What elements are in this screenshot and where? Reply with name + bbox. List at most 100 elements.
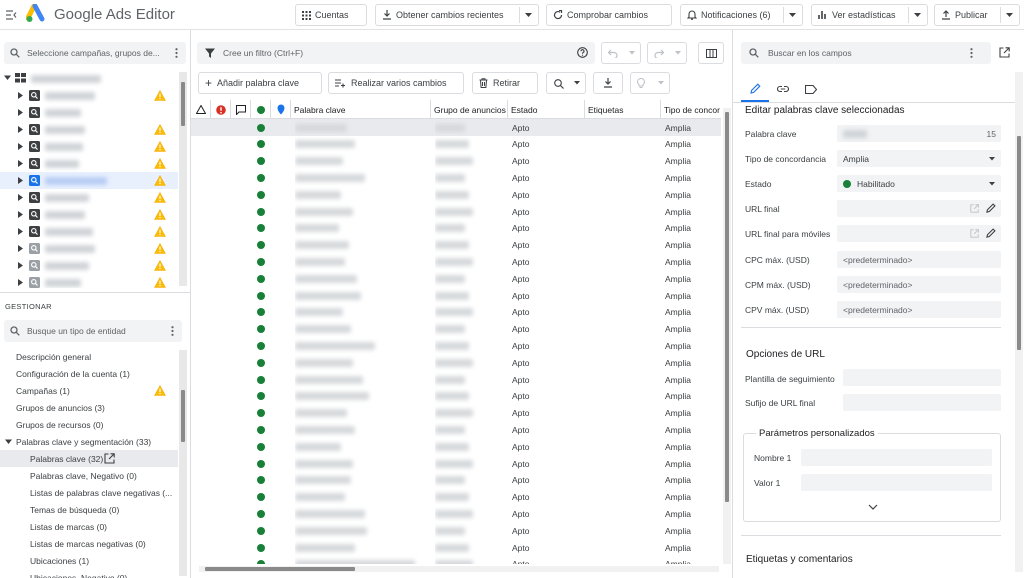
ad-group-cell[interactable] <box>435 119 505 136</box>
tree-campaign-row[interactable] <box>0 274 178 288</box>
keyword-cell[interactable] <box>295 203 425 220</box>
expand-right-icon[interactable] <box>18 92 23 99</box>
keyword-cell[interactable] <box>295 321 425 338</box>
keyword-cell[interactable] <box>295 405 425 422</box>
keyword-cell[interactable] <box>295 186 425 203</box>
chevron-down-icon[interactable] <box>525 13 532 18</box>
match-type-cell[interactable]: Amplia <box>665 556 721 564</box>
status-cell[interactable]: Apto <box>512 237 582 254</box>
match-type-cell[interactable]: Amplia <box>665 438 721 455</box>
help-icon[interactable] <box>577 47 588 58</box>
expand-right-icon[interactable] <box>18 279 23 286</box>
final-url-field[interactable] <box>837 200 1001 217</box>
table-row[interactable]: Apto Amplia <box>191 270 721 287</box>
cpc-field[interactable]: <predeterminado> <box>837 251 1001 268</box>
replace-button[interactable] <box>546 72 586 94</box>
tree-campaign-row[interactable] <box>0 172 178 189</box>
table-row[interactable]: Apto Amplia <box>191 220 721 237</box>
match-type-cell[interactable]: Amplia <box>665 237 721 254</box>
tree-campaign-row[interactable] <box>0 257 178 274</box>
comprobar-cambios-button[interactable]: Comprobar cambios <box>546 4 672 26</box>
keyword-cell[interactable] <box>295 354 425 371</box>
match-type-cell[interactable]: Amplia <box>665 505 721 522</box>
table-row[interactable]: Apto Amplia <box>191 337 721 354</box>
nav-item[interactable]: Listas de marcas negativas (0) <box>0 535 178 552</box>
table-row[interactable]: Apto Amplia <box>191 388 721 405</box>
ad-group-cell[interactable] <box>435 405 505 422</box>
ad-group-cell[interactable] <box>435 556 505 564</box>
final-url-suffix-field[interactable] <box>843 394 1001 411</box>
expand-right-icon[interactable] <box>18 262 23 269</box>
keyword-cell[interactable] <box>295 337 425 354</box>
expand-right-icon[interactable] <box>18 126 23 133</box>
match-type-cell[interactable]: Amplia <box>665 321 721 338</box>
keyword-cell[interactable] <box>295 472 425 489</box>
table-row[interactable]: Apto Amplia <box>191 405 721 422</box>
ad-group-cell[interactable] <box>435 253 505 270</box>
columns-button[interactable] <box>698 42 724 64</box>
final-mobile-url-field[interactable] <box>837 225 1001 242</box>
match-type-cell[interactable]: Amplia <box>665 169 721 186</box>
keyword-cell[interactable] <box>295 169 425 186</box>
cuentas-button[interactable]: Cuentas <box>295 4 367 26</box>
match-type-cell[interactable]: Amplia <box>665 136 721 153</box>
nav-item[interactable]: Configuración de la cuenta (1) <box>0 365 178 382</box>
status-cell[interactable]: Apto <box>512 186 582 203</box>
nav-item[interactable]: Palabras clave (32) <box>0 450 178 467</box>
pin-column-header[interactable] <box>271 100 291 119</box>
table-row[interactable]: Apto Amplia <box>191 556 721 564</box>
open-in-new-icon[interactable] <box>970 204 979 213</box>
expand-right-icon[interactable] <box>18 211 23 218</box>
ad-group-cell[interactable] <box>435 371 505 388</box>
ad-group-cell[interactable] <box>435 354 505 371</box>
notificaciones-button[interactable]: Notificaciones (6) <box>680 4 803 26</box>
match-type-cell[interactable]: Amplia <box>665 270 721 287</box>
tree-campaign-row[interactable] <box>0 223 178 240</box>
name1-field[interactable] <box>801 449 992 466</box>
match-type-cell[interactable]: Amplia <box>665 287 721 304</box>
table-row[interactable]: Apto Amplia <box>191 472 721 489</box>
value1-field[interactable] <box>801 474 992 491</box>
keyword-cell[interactable] <box>295 304 425 321</box>
expand-right-icon[interactable] <box>18 109 23 116</box>
match-type-cell[interactable]: Amplia <box>665 522 721 539</box>
pencil-icon[interactable] <box>986 203 996 213</box>
ad-group-cell[interactable] <box>435 270 505 287</box>
table-row[interactable]: Apto Amplia <box>191 136 721 153</box>
expand-down-icon[interactable] <box>5 439 12 445</box>
comment-column-header[interactable] <box>231 100 251 119</box>
keyword-cell[interactable] <box>295 438 425 455</box>
match-type-column-header[interactable]: Tipo de concor <box>661 100 721 119</box>
grid-horizontal-scrollbar[interactable] <box>199 566 719 572</box>
table-row[interactable]: Apto Amplia <box>191 505 721 522</box>
ad-group-cell[interactable] <box>435 169 505 186</box>
ad-group-cell[interactable] <box>435 472 505 489</box>
status-cell[interactable]: Apto <box>512 489 582 506</box>
ad-group-cell[interactable] <box>435 136 505 153</box>
status-cell[interactable]: Apto <box>512 371 582 388</box>
status-cell[interactable]: Apto <box>512 270 582 287</box>
table-row[interactable]: Apto Amplia <box>191 153 721 170</box>
match-type-select[interactable]: Amplia <box>837 150 1001 167</box>
ad-group-cell[interactable] <box>435 287 505 304</box>
chevron-down-icon[interactable] <box>914 13 921 18</box>
cpv-field[interactable]: <predeterminado> <box>837 301 1001 318</box>
table-row[interactable]: Apto Amplia <box>191 237 721 254</box>
status-cell[interactable]: Apto <box>512 169 582 186</box>
match-type-cell[interactable]: Amplia <box>665 472 721 489</box>
chevron-down-icon[interactable] <box>789 13 796 18</box>
more-vert-icon[interactable] <box>970 48 973 58</box>
status-cell[interactable]: Apto <box>512 119 582 136</box>
ad-group-cell[interactable] <box>435 220 505 237</box>
status-cell[interactable]: Apto <box>512 472 582 489</box>
status-cell[interactable]: Apto <box>512 321 582 338</box>
status-cell[interactable]: Apto <box>512 136 582 153</box>
status-cell[interactable]: Apto <box>512 522 582 539</box>
match-type-cell[interactable]: Amplia <box>665 371 721 388</box>
ad-group-column-header[interactable]: Grupo de anuncios <box>431 100 508 119</box>
table-row[interactable]: Apto Amplia <box>191 489 721 506</box>
ad-group-cell[interactable] <box>435 186 505 203</box>
more-vert-icon[interactable] <box>175 48 178 58</box>
right-panel-scrollbar[interactable] <box>1015 72 1023 572</box>
status-cell[interactable]: Apto <box>512 220 582 237</box>
